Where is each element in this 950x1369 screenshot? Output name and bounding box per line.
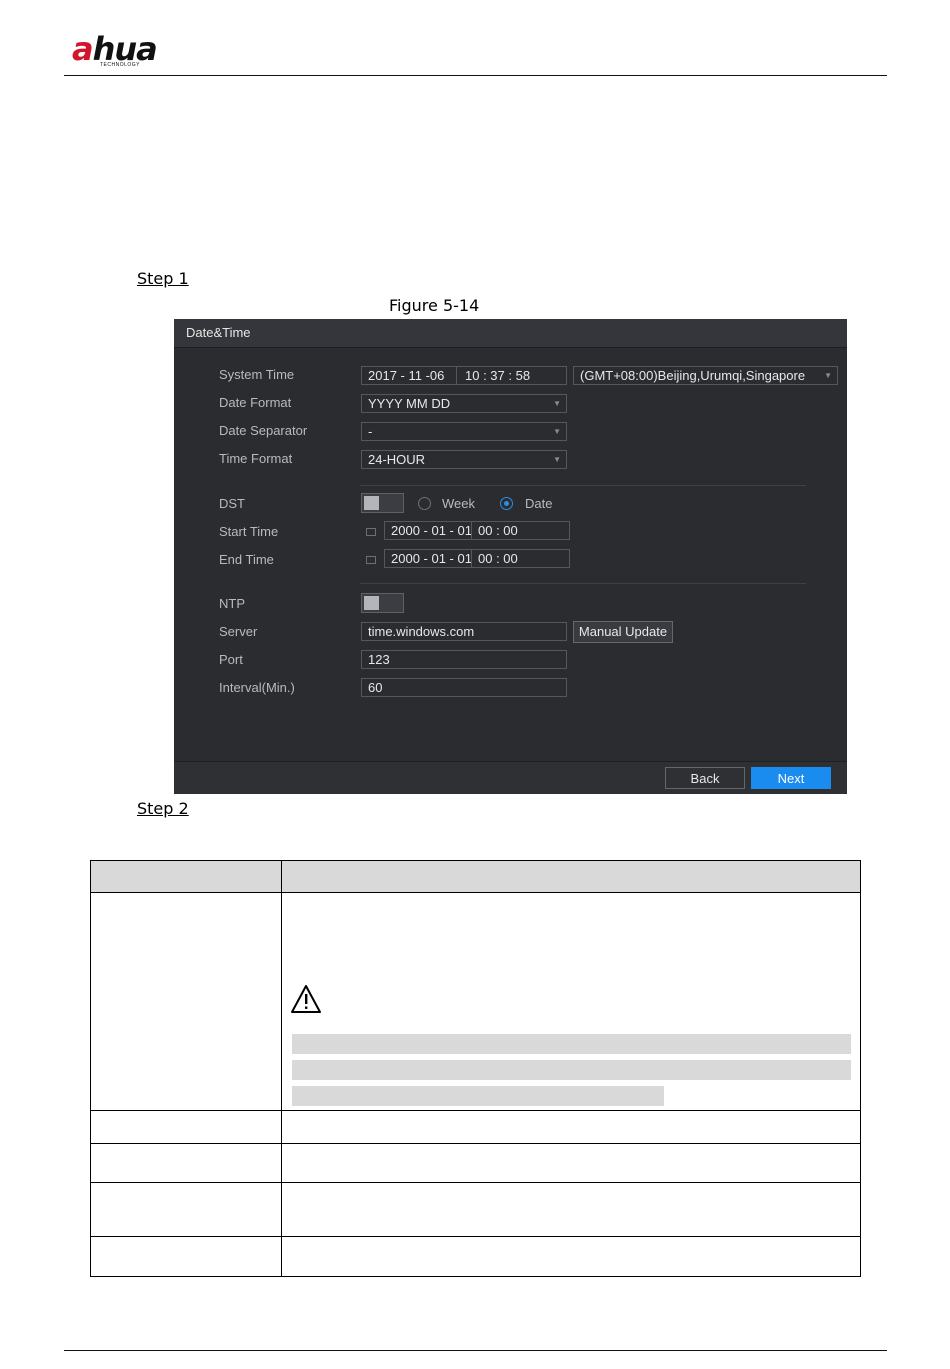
redacted-text-line: [292, 1060, 851, 1080]
date-separator-select[interactable]: - ▼: [361, 422, 567, 441]
interval-input[interactable]: 60: [361, 678, 567, 697]
dst-date-radio[interactable]: [500, 497, 513, 510]
time-format-value: 24-HOUR: [368, 452, 426, 467]
manual-update-button[interactable]: Manual Update: [573, 621, 673, 643]
start-clock-value: 00 : 00: [471, 522, 569, 539]
parameter-table: [90, 860, 861, 1277]
date-format-select[interactable]: YYYY MM DD ▼: [361, 394, 567, 413]
panel-title-bar: Date&Time: [174, 319, 847, 348]
server-value: time.windows.com: [368, 624, 475, 639]
section-divider: [360, 583, 806, 584]
calendar-icon[interactable]: [366, 528, 376, 536]
system-time-value: 10 : 37 : 58: [456, 367, 566, 384]
system-time-field[interactable]: 2017 - 11 -06 10 : 37 : 58: [361, 366, 567, 385]
dst-toggle[interactable]: [361, 493, 404, 513]
footer-rule: [64, 1350, 887, 1351]
panel-footer: [174, 761, 847, 794]
start-time-field[interactable]: 2000 - 01 - 01 00 : 00: [384, 521, 570, 540]
port-input[interactable]: 123: [361, 650, 567, 669]
dahua-logo: ahua TECHNOLOGY: [72, 32, 184, 70]
date-format-value: YYYY MM DD: [368, 396, 451, 411]
start-time-label: Start Time: [219, 524, 279, 539]
date-format-label: Date Format: [219, 395, 292, 410]
ntp-label: NTP: [219, 596, 245, 611]
warning-icon: [291, 985, 321, 1013]
time-format-select[interactable]: 24-HOUR ▼: [361, 450, 567, 469]
end-time-field[interactable]: 2000 - 01 - 01 00 : 00: [384, 549, 570, 568]
chevron-down-icon: ▼: [553, 427, 561, 436]
date-separator-value: -: [368, 424, 373, 439]
dst-week-label: Week: [442, 496, 475, 511]
header-rule: [64, 75, 887, 76]
panel-title: Date&Time: [186, 325, 251, 340]
calendar-icon[interactable]: [366, 556, 376, 564]
ntp-toggle[interactable]: [361, 593, 404, 613]
step1-label: Step 1: [137, 269, 189, 288]
figure-caption: Figure 5-14: [389, 296, 480, 315]
redacted-text-line: [292, 1086, 664, 1106]
port-label: Port: [219, 652, 243, 667]
chevron-down-icon: ▼: [553, 399, 561, 408]
port-value: 123: [368, 652, 390, 667]
chevron-down-icon: ▼: [824, 371, 832, 380]
timezone-value: (GMT+08:00)Beijing,Urumqi,Singapore: [580, 368, 806, 383]
next-button[interactable]: Next: [751, 767, 831, 789]
timezone-select[interactable]: (GMT+08:00)Beijing,Urumqi,Singapore ▼: [573, 366, 838, 385]
end-clock-value: 00 : 00: [471, 550, 569, 567]
date-separator-label: Date Separator: [219, 423, 308, 438]
time-format-label: Time Format: [219, 451, 293, 466]
step2-label: Step 2: [137, 799, 189, 818]
end-date-value: 2000 - 01 - 01: [391, 551, 472, 566]
server-label: Server: [219, 624, 258, 639]
redacted-text-line: [292, 1034, 851, 1054]
interval-label: Interval(Min.): [219, 680, 295, 695]
start-date-value: 2000 - 01 - 01: [391, 523, 472, 538]
server-input[interactable]: time.windows.com: [361, 622, 567, 641]
dst-week-radio[interactable]: [418, 497, 431, 510]
back-button[interactable]: Back: [665, 767, 745, 789]
system-date-value: 2017 - 11 -06: [368, 368, 445, 383]
dst-label: DST: [219, 496, 245, 511]
system-time-label: System Time: [219, 367, 295, 382]
table-header: [90, 860, 861, 892]
chevron-down-icon: ▼: [553, 455, 561, 464]
logo-wordmark: ahua: [72, 30, 158, 68]
end-time-label: End Time: [219, 552, 274, 567]
dst-date-label: Date: [525, 496, 553, 511]
section-divider: [360, 485, 806, 486]
logo-subtitle: TECHNOLOGY: [100, 62, 141, 68]
datetime-panel: Date&Time System Time 2017 - 11 -06 10 :…: [174, 319, 847, 794]
interval-value: 60: [368, 680, 383, 695]
